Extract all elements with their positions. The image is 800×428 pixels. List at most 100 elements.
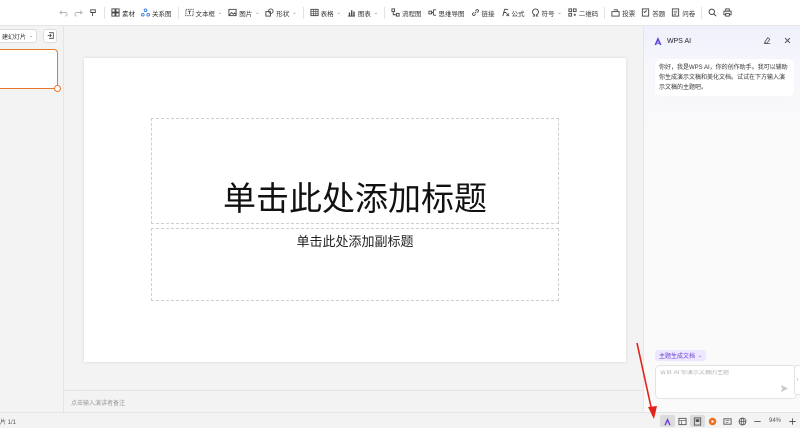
- normal-view-button[interactable]: [675, 415, 690, 427]
- toolbar-item-vote[interactable]: 投票: [608, 4, 638, 22]
- chart-icon: [347, 8, 356, 17]
- toolbar-item-material[interactable]: 素材: [108, 4, 138, 22]
- new-slide-button[interactable]: 建幻灯片 ⌄: [0, 29, 37, 43]
- toolbar-divider: [604, 6, 606, 19]
- toolbar-item-flowchart[interactable]: 流程图: [388, 4, 425, 22]
- textbox-icon: [184, 8, 194, 17]
- toolbar-item-link[interactable]: 链接: [468, 4, 498, 22]
- zoom-out-button[interactable]: [750, 415, 765, 427]
- material-icon: [111, 8, 120, 17]
- mindmap-icon: [427, 8, 437, 17]
- toolbar-item-qrcode[interactable]: 二维码: [565, 4, 602, 22]
- toolbar-item-label: 流程图: [402, 10, 422, 18]
- flowchart-icon: [391, 8, 400, 17]
- toolbar-item-label: 链接: [481, 10, 495, 18]
- layout-button[interactable]: [43, 29, 57, 43]
- ai-prompt-box: [655, 365, 797, 399]
- web-view-button[interactable]: [735, 415, 750, 427]
- slide-canvas[interactable]: 单击此处添加标题 单击此处添加副标题: [84, 58, 626, 362]
- table-icon: [310, 8, 319, 17]
- toolbar-item-shape[interactable]: 形状 ⌄: [262, 4, 299, 22]
- toolbar-divider: [104, 6, 105, 19]
- print-button[interactable]: [720, 4, 735, 22]
- search-icon: [708, 8, 717, 17]
- toolbar-item-quiz[interactable]: 答题: [638, 4, 668, 22]
- wps-ai-toggle-button[interactable]: [659, 415, 675, 427]
- chevron-down-icon: ⌄: [698, 352, 703, 359]
- redo-icon: [74, 8, 83, 17]
- normal-view-icon: [678, 417, 687, 425]
- print-icon: [723, 8, 732, 17]
- search-button[interactable]: [705, 4, 720, 22]
- ai-greeting-bubble: 你好，我是WPS AI，你的创作助手。我可以辅助你生成演示文稿和美化文档。试试在…: [655, 59, 794, 96]
- thumbnail-handle[interactable]: [54, 85, 61, 92]
- toolbar-divider: [701, 6, 703, 19]
- send-icon[interactable]: [780, 384, 789, 393]
- thumbnail-pane: 建幻灯片 ⌄: [0, 26, 64, 412]
- toolbar-divider: [177, 6, 179, 19]
- chevron-down-icon: ⌄: [336, 9, 341, 16]
- speaker-notes[interactable]: 点击输入演讲者备注: [64, 390, 643, 412]
- toolbar-item-image[interactable]: 图片 ⌄: [225, 4, 262, 22]
- title-placeholder-text: 单击此处添加标题: [223, 179, 487, 218]
- chevron-down-icon: ⌄: [218, 9, 223, 16]
- ai-prompt-input[interactable]: [660, 370, 775, 376]
- toolbar-item-label: 答题: [652, 10, 666, 18]
- generate-from-topic-chip[interactable]: 主题生成文档 ⌄: [655, 350, 707, 361]
- toolbar-item-label: 文本框: [195, 10, 216, 18]
- slide-thumbnail[interactable]: [0, 49, 61, 92]
- close-icon[interactable]: [782, 35, 792, 45]
- plus-icon: [789, 417, 796, 425]
- chevron-down-icon: ⌄: [255, 9, 260, 16]
- toolbar-item-label: 形状: [276, 10, 290, 18]
- slide-sorter-button[interactable]: [689, 415, 705, 427]
- toolbar-divider: [302, 6, 304, 19]
- slide-sorter-icon: [693, 416, 702, 426]
- toolbar-item-label: 图片: [239, 10, 253, 18]
- subtitle-placeholder[interactable]: 单击此处添加副标题: [151, 228, 559, 301]
- play-slideshow-button[interactable]: [705, 415, 720, 427]
- wps-ai-panel: WPS AI 你好，我是WPS AI，你的创作助手。我可以辅助你生成演示文稿和美…: [643, 26, 800, 412]
- new-slide-label: 建幻灯片: [2, 34, 27, 41]
- layout-icon: [47, 31, 54, 41]
- toolbar-item-label: 问卷: [682, 10, 696, 18]
- undo-button[interactable]: [56, 4, 71, 22]
- toolbar-item-chart[interactable]: 图表 ⌄: [344, 4, 381, 22]
- toolbar-item-table[interactable]: 表格 ⌄: [307, 4, 344, 22]
- formula-icon: [501, 8, 510, 17]
- status-bar: 片 1/1 94%: [0, 412, 800, 428]
- toolbar-item-mindmap[interactable]: 思维导图: [425, 4, 468, 22]
- minus-icon: [754, 420, 761, 422]
- chip-label: 主题生成文档: [659, 354, 696, 360]
- chevron-down-icon: ⌄: [373, 9, 379, 16]
- wps-ai-icon: [664, 417, 671, 425]
- ai-panel-header: WPS AI: [653, 36, 691, 46]
- globe-icon: [738, 417, 747, 425]
- toolbar-item-relation[interactable]: 关系图: [138, 4, 175, 22]
- toolbar-item-formula[interactable]: 公式: [498, 4, 528, 22]
- format-painter-button[interactable]: [86, 4, 101, 22]
- toolbar-item-label: 思维导图: [438, 10, 465, 18]
- toolbar-item-textbox[interactable]: 文本框 ⌄: [182, 4, 226, 22]
- undo-icon: [59, 8, 68, 17]
- toolbar-item-survey[interactable]: 问卷: [668, 4, 698, 22]
- zoom-in-button[interactable]: [785, 415, 800, 427]
- toolbar-item-label: 素材: [122, 10, 135, 18]
- collapse-panel-handle[interactable]: ›: [794, 365, 800, 395]
- toolbar-item-label: 投票: [622, 10, 636, 18]
- subtitle-placeholder-text: 单击此处添加副标题: [296, 235, 414, 250]
- toolbar-item-symbol[interactable]: 符号 ⌄: [528, 4, 565, 22]
- ai-greeting-text: 你好，我是WPS AI，你的创作助手。我可以辅助你生成演示文稿和美化文档。试试在…: [659, 65, 788, 91]
- clear-icon[interactable]: [762, 35, 772, 45]
- reading-view-button[interactable]: [720, 415, 735, 427]
- toolbar-item-label: 表格: [320, 10, 334, 18]
- quiz-icon: [641, 8, 650, 17]
- ai-header-actions: [762, 35, 792, 45]
- zoom-level[interactable]: 94%: [765, 418, 785, 424]
- vote-icon: [611, 8, 620, 17]
- image-icon: [228, 8, 237, 17]
- qrcode-icon: [568, 8, 577, 17]
- redo-button[interactable]: [71, 4, 86, 22]
- chevron-down-icon: ⌄: [292, 9, 297, 16]
- title-placeholder[interactable]: 单击此处添加标题: [151, 118, 559, 224]
